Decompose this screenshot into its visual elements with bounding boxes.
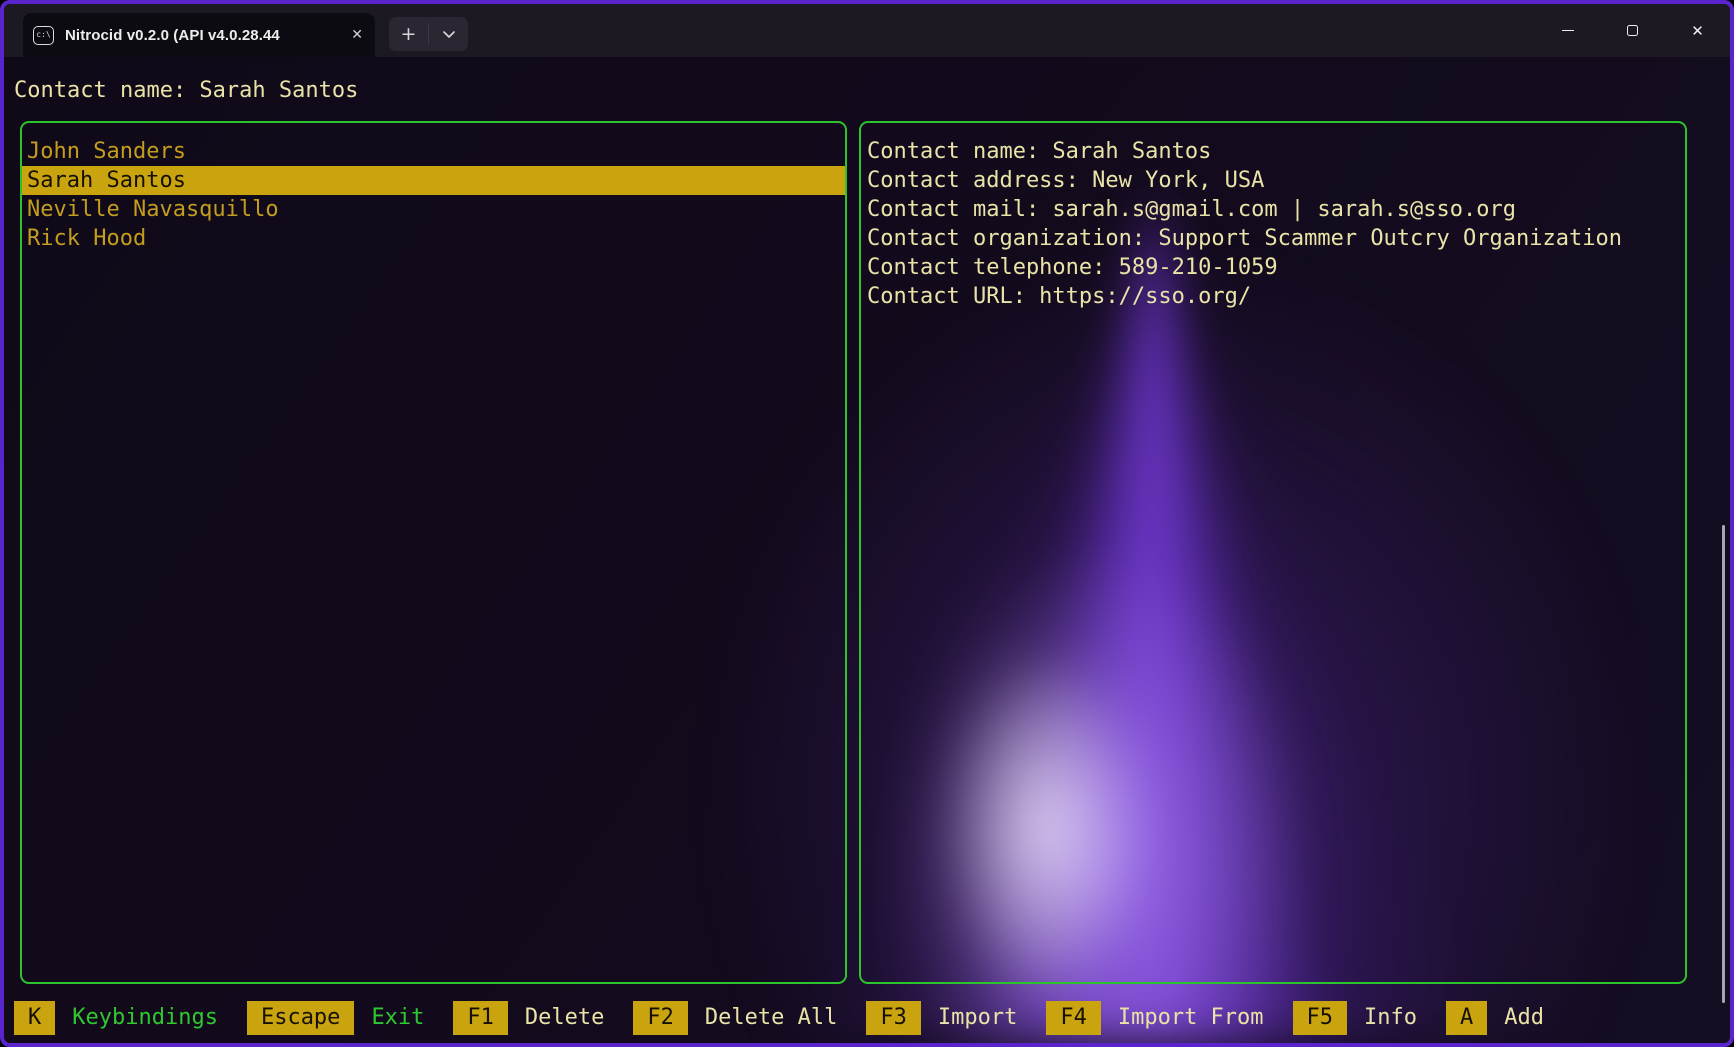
keybinding-label: Import From — [1118, 1001, 1264, 1035]
key-chip-f3[interactable]: F3 — [866, 1001, 921, 1035]
key-chip-k[interactable]: K — [14, 1001, 55, 1035]
keybinding-label: Delete All — [705, 1001, 837, 1035]
terminal-window: c:\ Nitrocid v0.2.0 (API v4.0.28.44 ✕ + … — [0, 0, 1734, 1047]
keybinding-delete: F1 Delete — [453, 1001, 604, 1035]
key-chip-escape[interactable]: Escape — [247, 1001, 354, 1035]
close-button[interactable]: ✕ — [1665, 4, 1730, 57]
keybinding-delete-all: F2 Delete All — [633, 1001, 837, 1035]
key-chip-a[interactable]: A — [1446, 1001, 1487, 1035]
key-chip-f1[interactable]: F1 — [453, 1001, 508, 1035]
detail-contact-name: Contact name: Sarah Santos — [867, 137, 1681, 166]
terminal-tab[interactable]: c:\ Nitrocid v0.2.0 (API v4.0.28.44 ✕ — [23, 13, 375, 57]
keybindings-bar: K Keybindings Escape Exit F1 Delete F2 D… — [14, 1001, 1544, 1035]
detail-contact-organization: Contact organization: Support Scammer Ou… — [867, 224, 1681, 253]
contact-list-item[interactable]: Rick Hood — [22, 224, 845, 253]
key-chip-f4[interactable]: F4 — [1046, 1001, 1101, 1035]
tab-title: Nitrocid v0.2.0 (API v4.0.28.44 — [65, 27, 340, 44]
command-prompt-icon: c:\ — [33, 26, 54, 45]
window-controls: ✕ — [1535, 4, 1730, 57]
keybinding-label: Import — [938, 1001, 1017, 1035]
contact-details-panel: Contact name: Sarah Santos Contact addre… — [859, 121, 1687, 984]
keybinding-add: A Add — [1446, 1001, 1544, 1035]
keybinding-label: Add — [1504, 1001, 1544, 1035]
detail-contact-address: Contact address: New York, USA — [867, 166, 1681, 195]
keybinding-exit: Escape Exit — [247, 1001, 424, 1035]
contact-details: Contact name: Sarah Santos Contact addre… — [861, 123, 1685, 311]
minimize-icon — [1562, 30, 1574, 31]
keybinding-label: Exit — [371, 1001, 424, 1035]
terminal-content: Contact name: Sarah Santos John Sanders … — [4, 57, 1730, 1043]
keybinding-keybindings: K Keybindings — [14, 1001, 218, 1035]
contact-list-item[interactable]: John Sanders — [22, 137, 845, 166]
chevron-down-icon — [443, 31, 455, 38]
keybinding-import: F3 Import — [866, 1001, 1017, 1035]
tab-dropdown-button[interactable] — [429, 17, 468, 51]
detail-contact-telephone: Contact telephone: 589-210-1059 — [867, 253, 1681, 282]
new-tab-button[interactable]: + — [389, 17, 428, 51]
maximize-button[interactable] — [1600, 4, 1665, 57]
tab-actions: + — [389, 17, 468, 51]
contact-list-item-selected[interactable]: Sarah Santos — [22, 166, 845, 195]
contact-list-panel: John Sanders Sarah Santos Neville Navasq… — [20, 121, 847, 984]
scrollbar-thumb[interactable] — [1722, 525, 1725, 1003]
tab-close-icon[interactable]: ✕ — [351, 28, 363, 42]
contact-name-header: Contact name: Sarah Santos — [14, 76, 358, 105]
close-icon: ✕ — [1691, 22, 1704, 40]
keybinding-import-from: F4 Import From — [1046, 1001, 1263, 1035]
detail-contact-url: Contact URL: https://sso.org/ — [867, 282, 1681, 311]
key-chip-f5[interactable]: F5 — [1293, 1001, 1348, 1035]
key-chip-f2[interactable]: F2 — [633, 1001, 688, 1035]
tab-bar: c:\ Nitrocid v0.2.0 (API v4.0.28.44 ✕ + … — [4, 4, 1730, 57]
keybinding-label: Info — [1364, 1001, 1417, 1035]
contact-list: John Sanders Sarah Santos Neville Navasq… — [22, 123, 845, 253]
keybinding-info: F5 Info — [1293, 1001, 1417, 1035]
keybinding-label: Keybindings — [72, 1001, 218, 1035]
maximize-icon — [1627, 25, 1638, 36]
detail-contact-mail: Contact mail: sarah.s@gmail.com | sarah.… — [867, 195, 1681, 224]
keybinding-label: Delete — [525, 1001, 604, 1035]
contact-list-item[interactable]: Neville Navasquillo — [22, 195, 845, 224]
minimize-button[interactable] — [1535, 4, 1600, 57]
